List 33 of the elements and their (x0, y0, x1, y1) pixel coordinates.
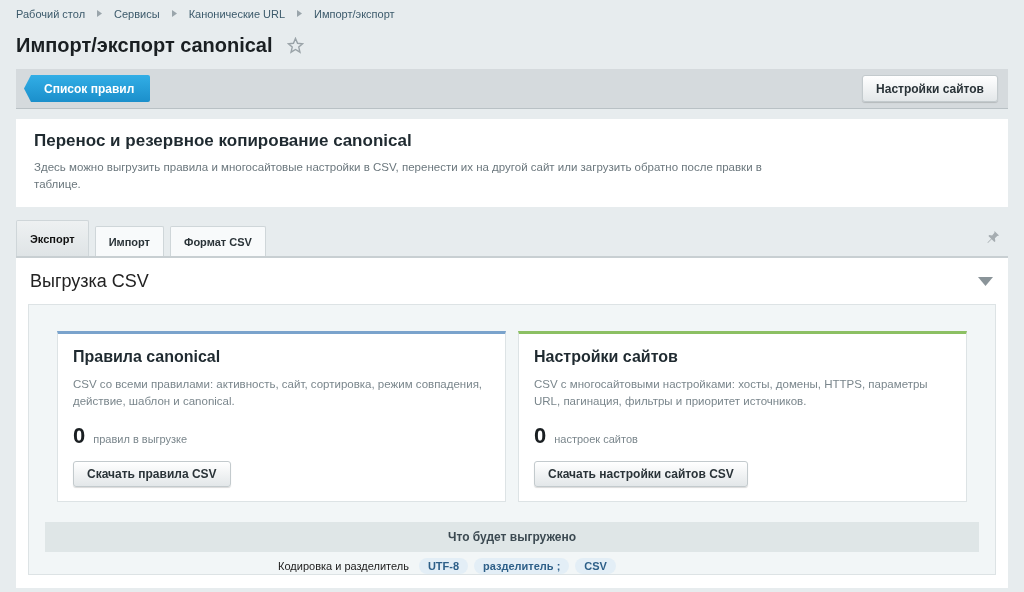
tab[interactable]: Импорт (94, 226, 164, 256)
summary-label: Кодировка и разделитель (278, 560, 409, 572)
page-title: Импорт/экспорт canonical (16, 33, 273, 57)
chevron-icon (97, 10, 103, 17)
site-settings-button[interactable]: Настройки сайтов (862, 75, 998, 102)
chevron-icon (297, 10, 303, 17)
summary-heading: Что будет выгружено (45, 522, 979, 552)
count-value: 0 (73, 423, 86, 449)
breadcrumb-link[interactable]: Импорт/экспорт (314, 7, 395, 20)
download-button[interactable]: Скачать настройки сайтов CSV (534, 461, 748, 487)
count-label: правил в выгрузке (93, 433, 188, 445)
tag: разделитель ; (474, 558, 570, 574)
card-description: CSV со всеми правилами: активность, сайт, сортировка, режим совпадения, действие, шаблон и canonical. (73, 377, 484, 409)
intro-text: Здесь можно выгрузить правила и многосайтовые настройки в CSV, перенести их на другой сайт или загрузить обратно после правки в таблице. (34, 160, 763, 192)
tag: CSV (575, 558, 616, 574)
pin-icon[interactable] (987, 230, 1000, 243)
star-icon[interactable] (286, 36, 304, 54)
count-value: 0 (534, 423, 547, 449)
breadcrumb-link[interactable]: Сервисы (114, 7, 160, 20)
tab[interactable]: Экспорт (16, 220, 89, 256)
breadcrumb-link[interactable]: Канонические URL (188, 7, 286, 20)
intro-heading: Перенос и резервное копирование canonical (34, 131, 413, 151)
collapse-arrow-icon[interactable] (978, 276, 993, 286)
download-button[interactable]: Скачать правила CSV (73, 461, 231, 487)
card-description: CSV с многосайтовыми настройками: хосты, домены, HTTPS, параметры URL, пагинация, фильтры и приоритет источников. (534, 377, 929, 409)
chevron-icon (171, 10, 177, 17)
tab[interactable]: Формат CSV (170, 226, 266, 256)
tag: UTF-8 (418, 558, 469, 574)
card-title: Настройки сайтов (534, 348, 679, 366)
card-title: Правила canonical (73, 348, 222, 366)
breadcrumb-link[interactable]: Рабочий стол (16, 7, 86, 20)
section-title: Выгрузка CSV (30, 270, 149, 292)
count-label: настроек сайтов (554, 433, 638, 445)
